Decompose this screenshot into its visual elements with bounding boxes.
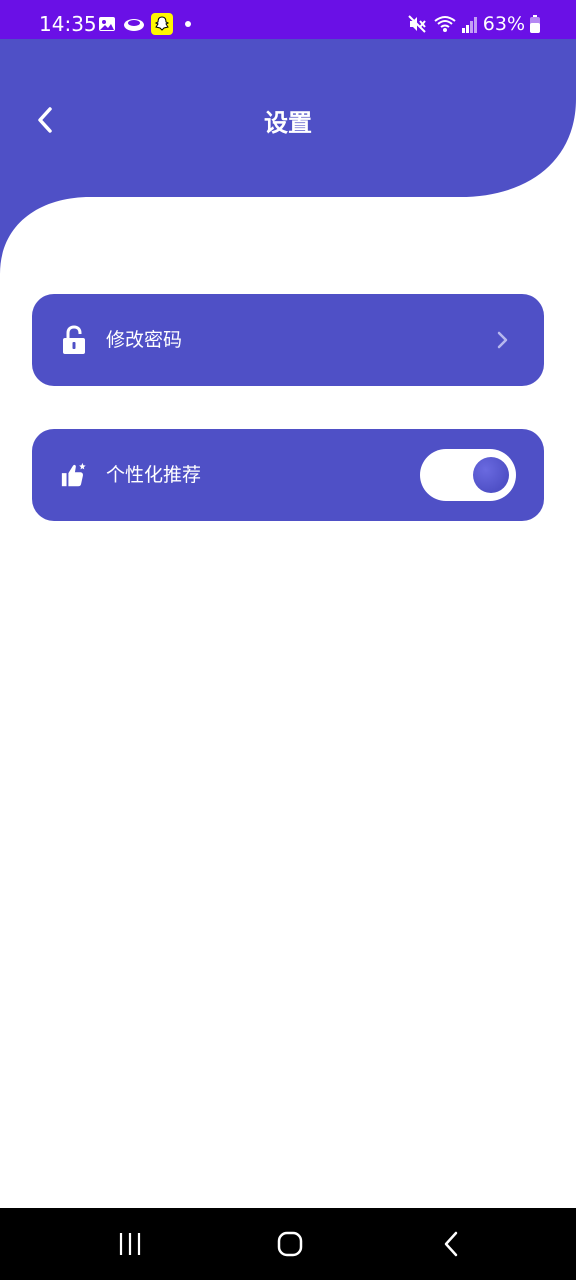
- navigation-bar: [0, 1208, 576, 1280]
- change-password-item[interactable]: 修改密码: [32, 294, 544, 386]
- nav-back-button[interactable]: [432, 1226, 472, 1262]
- gallery-icon: [97, 14, 117, 34]
- settings-screen: 14:35 63% 设置 修改密码 个性化推荐: [0, 0, 576, 1280]
- back-icon: [444, 1231, 458, 1257]
- battery-percent: 63%: [482, 13, 525, 35]
- lock-icon: [60, 325, 88, 354]
- status-right: 63%: [407, 11, 541, 37]
- wifi-icon: [433, 14, 457, 34]
- home-icon: [277, 1231, 303, 1257]
- toggle-knob: [473, 457, 509, 493]
- page-title: 设置: [264, 109, 312, 137]
- status-bar: 14:35 63%: [0, 0, 576, 39]
- snapchat-icon: [151, 13, 173, 35]
- status-time: 14:35: [39, 12, 97, 36]
- mute-icon: [407, 14, 427, 34]
- home-button[interactable]: [270, 1226, 310, 1262]
- personalized-recommendation-toggle[interactable]: [420, 449, 516, 501]
- change-password-label: 修改密码: [106, 329, 183, 351]
- notification-icons: [97, 13, 191, 35]
- battery-icon: [529, 14, 541, 34]
- chevron-right-icon: [497, 331, 508, 349]
- thumbs-up-icon: [60, 461, 88, 489]
- cloud-icon: [123, 14, 145, 34]
- signal-icon: [461, 14, 479, 34]
- recents-icon: [119, 1233, 141, 1255]
- personalized-recommendation-label: 个性化推荐: [106, 464, 202, 486]
- personalized-recommendation-item: 个性化推荐: [32, 429, 544, 521]
- recents-button[interactable]: [110, 1226, 150, 1262]
- header-background: [0, 39, 576, 274]
- dot-icon: [185, 21, 191, 27]
